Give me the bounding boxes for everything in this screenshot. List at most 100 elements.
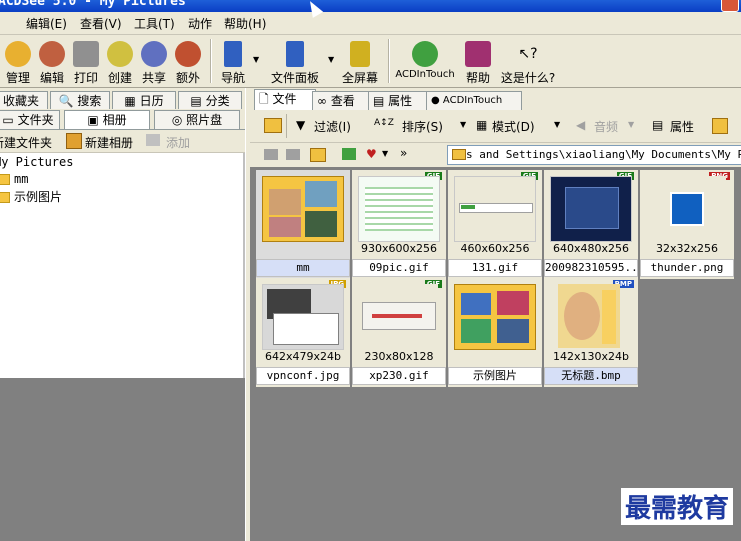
extras-button[interactable]: 额外 — [174, 41, 202, 85]
menu-view[interactable]: 查看(V) — [80, 15, 122, 32]
fullscreen-button[interactable]: 全屏幕 — [340, 41, 380, 85]
refresh-icon[interactable] — [342, 148, 356, 160]
image-thumbnail — [558, 284, 620, 348]
up-folder-icon[interactable] — [264, 118, 282, 133]
thumbnail-item[interactable]: PNG 32x32x256 thunder.png — [640, 170, 734, 279]
tab-search[interactable]: 🔍 搜索 — [50, 91, 110, 110]
favorites-dropdown-icon[interactable]: ▼ — [382, 149, 388, 158]
help-book-icon — [465, 41, 491, 67]
thumbnail-item[interactable]: GIF 460x60x256 131.gif — [448, 170, 542, 279]
tab-calendar[interactable]: ▦ 日历 — [112, 91, 176, 110]
forward-icon[interactable] — [286, 149, 300, 160]
right-panel: 🗋 文件 ∞ 查看 ▤ 属性 ● ACDInTouch ▼ 过滤(I) A↕Z … — [250, 88, 741, 541]
thumbnail-item[interactable]: 示例图片 — [448, 278, 542, 387]
thumbnail-item[interactable]: JPG 642x479x24b vpnconf.jpg — [256, 278, 350, 387]
print-button[interactable]: 打印 — [72, 41, 100, 85]
tab-file[interactable]: 🗋 文件 — [254, 89, 316, 111]
extras-icon — [175, 41, 201, 67]
share-icon — [141, 41, 167, 67]
mode-icon: ▦ — [476, 118, 488, 132]
toolbar-separator — [286, 114, 287, 138]
add-button[interactable]: 添加 — [166, 134, 190, 151]
tab-properties[interactable]: ▤ 属性 — [368, 91, 430, 110]
new-album-button[interactable]: 新建相册 — [85, 134, 133, 151]
tab-view[interactable]: ∞ 查看 — [312, 91, 372, 110]
overflow-icon[interactable]: » — [400, 146, 407, 160]
audio-dropdown-icon[interactable]: ▼ — [628, 120, 634, 129]
sort-button[interactable]: 排序(S) — [402, 118, 443, 135]
path-folder-icon — [452, 149, 466, 160]
toolbar-separator — [388, 39, 390, 83]
thumbnail-grid: mm GIF 930x600x256 09pic.gif GIF 460x60x… — [250, 168, 741, 541]
navigate-button[interactable]: 导航 — [218, 41, 248, 85]
tree-item-mm[interactable]: mm — [0, 172, 28, 186]
file-panel-icon — [286, 41, 304, 67]
tab-photo-disc[interactable]: ◎ 照片盘 — [154, 110, 240, 129]
new-folder-button[interactable]: 新建文件夹 — [0, 134, 52, 151]
mode-button[interactable]: 模式(D) — [492, 118, 535, 135]
audio-icon: ◀ — [576, 118, 586, 132]
menu-help[interactable]: 帮助(H) — [224, 15, 266, 32]
image-thumbnail — [358, 284, 438, 348]
file-panel-dropdown-icon[interactable]: ▼ — [328, 55, 334, 64]
thumbnail-item[interactable]: GIF 930x600x256 09pic.gif — [352, 170, 446, 279]
manage-icon — [5, 41, 31, 67]
filter-icon: ▼ — [296, 118, 306, 132]
categories-icon: ▤ — [190, 94, 202, 108]
globe-icon: ● — [431, 95, 440, 106]
add-icon — [146, 134, 160, 146]
tab-albums[interactable]: ▣ 相册 — [64, 110, 150, 129]
whats-this-icon: ↖? — [518, 46, 538, 62]
tab-acdintouch[interactable]: ● ACDInTouch — [426, 91, 522, 110]
extra-tool-icon[interactable] — [712, 118, 728, 134]
path-input[interactable]: s and Settings\xiaoliang\My Documents\My… — [447, 145, 741, 165]
mode-dropdown-icon[interactable]: ▼ — [554, 120, 560, 129]
tab-categories[interactable]: ▤ 分类 — [178, 91, 242, 110]
tab-favorites[interactable]: 收藏夹 — [0, 91, 48, 110]
help-button[interactable]: 帮助 — [464, 41, 492, 85]
favorites-heart-icon[interactable]: ♥ — [366, 147, 377, 161]
file-panel-button[interactable]: 文件面板 — [268, 41, 322, 85]
tree-root[interactable]: My Pictures — [0, 155, 73, 169]
acdintouch-button[interactable]: ACDInTouch — [394, 41, 456, 85]
image-thumbnail — [454, 176, 536, 242]
folder-thumbnail — [454, 284, 536, 350]
tree-item-sample-pictures[interactable]: 示例图片 — [0, 188, 62, 205]
properties-button[interactable]: 属性 — [670, 118, 694, 135]
thumbnail-item[interactable]: BMP 142x130x24b 无标题.bmp — [544, 278, 638, 387]
back-icon[interactable] — [264, 149, 278, 160]
create-button[interactable]: 创建 — [106, 41, 134, 85]
fullscreen-icon — [350, 41, 370, 67]
manage-button[interactable]: 管理 — [4, 41, 32, 85]
album-actions-bar: 新建文件夹 新建相册 添加 — [0, 130, 245, 153]
navigate-dropdown-icon[interactable]: ▼ — [253, 55, 259, 64]
parent-folder-icon[interactable] — [310, 148, 326, 162]
left-tabs-row1: 收藏夹 🔍 搜索 ▦ 日历 ▤ 分类 — [0, 88, 245, 110]
menu-tools[interactable]: 工具(T) — [134, 15, 175, 32]
thumbnail-item[interactable]: GIF 640x480x256 200982310595... — [544, 170, 638, 279]
window-title: ACDSee 5.0 - My Pictures — [0, 0, 186, 9]
folder-thumbnail — [262, 176, 344, 242]
sort-dropdown-icon[interactable]: ▼ — [460, 120, 466, 129]
image-thumbnail — [262, 284, 344, 350]
tab-folders[interactable]: ▭ 文件夹 — [0, 110, 60, 129]
acdintouch-icon — [412, 41, 438, 67]
thumbnail-item[interactable]: GIF 230x80x128 xp230.gif — [352, 278, 446, 387]
thumbnail-item[interactable]: mm — [256, 170, 350, 279]
main-toolbar: 管理 编辑 打印 创建 共享 额外 导航 ▼ 文件面板 ▼ 全屏幕 ACDInT… — [0, 35, 741, 88]
filter-button[interactable]: 过滤(I) — [314, 118, 351, 135]
menu-actions[interactable]: 动作 — [188, 15, 212, 32]
title-bar: ACDSee 5.0 - My Pictures — [0, 0, 741, 12]
file-toolbar: ▼ 过滤(I) A↕Z 排序(S) ▼ ▦ 模式(D) ▼ ◀ 音频 ▼ ▤ 属… — [250, 110, 741, 143]
whats-this-button[interactable]: ↖? 这是什么? — [500, 41, 556, 85]
audio-button[interactable]: 音频 — [594, 118, 618, 135]
edit-button[interactable]: 编辑 — [38, 41, 66, 85]
close-window-button[interactable] — [721, 0, 739, 12]
menu-edit[interactable]: 编辑(E) — [26, 15, 67, 32]
folder-icon — [0, 192, 10, 203]
new-album-icon — [66, 133, 82, 149]
binoculars-icon: 🔍 — [58, 94, 74, 108]
share-button[interactable]: 共享 — [140, 41, 168, 85]
edit-icon — [39, 41, 65, 67]
left-panel: 收藏夹 🔍 搜索 ▦ 日历 ▤ 分类 ▭ 文件夹 ▣ 相册 ◎ 照片盘 新建文件… — [0, 88, 245, 378]
